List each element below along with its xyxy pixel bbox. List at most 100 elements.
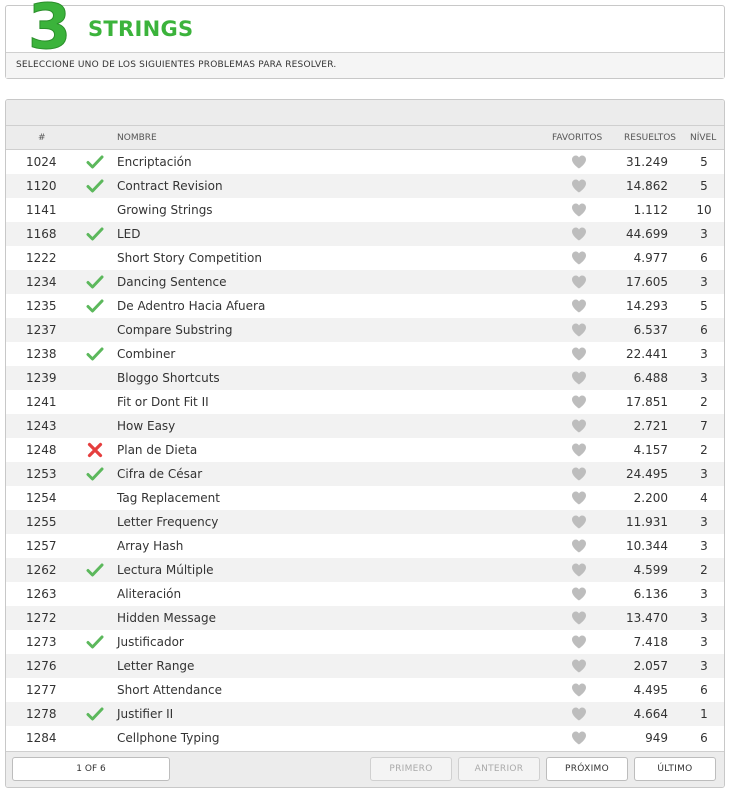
col-favorites-header[interactable]: FAVORITOS (552, 133, 602, 143)
heart-icon[interactable] (571, 298, 587, 314)
table-row[interactable]: 1284 Cellphone Typing 949 6 (6, 726, 724, 750)
problem-name[interactable]: Cellphone Typing (117, 731, 220, 745)
heart-icon[interactable] (571, 706, 587, 722)
heart-icon[interactable] (571, 586, 587, 602)
problem-name[interactable]: Hidden Message (117, 611, 216, 625)
table-row[interactable]: 1222 Short Story Competition 4.977 6 (6, 246, 724, 270)
problem-name[interactable]: Letter Range (117, 659, 194, 673)
table-row[interactable]: 1255 Letter Frequency 11.931 3 (6, 510, 724, 534)
problem-id[interactable]: 1241 (26, 395, 57, 409)
heart-icon[interactable] (571, 442, 587, 458)
problem-id[interactable]: 1238 (26, 347, 57, 361)
problem-id[interactable]: 1024 (26, 155, 57, 169)
problem-name[interactable]: Plan de Dieta (117, 443, 197, 457)
heart-icon[interactable] (571, 514, 587, 530)
problem-id[interactable]: 1235 (26, 299, 57, 313)
table-row[interactable]: 1234 Dancing Sentence 17.605 3 (6, 270, 724, 294)
problem-id[interactable]: 1262 (26, 563, 57, 577)
problem-name[interactable]: LED (117, 227, 141, 241)
problem-name[interactable]: Combiner (117, 347, 175, 361)
col-name-header[interactable]: NOMBRE (117, 133, 157, 143)
problem-id[interactable]: 1277 (26, 683, 57, 697)
table-row[interactable]: 1273 Justificador 7.418 3 (6, 630, 724, 654)
table-row[interactable]: 1253 Cifra de César 24.495 3 (6, 462, 724, 486)
table-row[interactable]: 1141 Growing Strings 1.112 10 (6, 198, 724, 222)
table-row[interactable]: 1024 Encriptación 31.249 5 (6, 150, 724, 174)
heart-icon[interactable] (571, 178, 587, 194)
problem-id[interactable]: 1243 (26, 419, 57, 433)
table-row[interactable]: 1235 De Adentro Hacia Afuera 14.293 5 (6, 294, 724, 318)
problem-name[interactable]: Lectura Múltiple (117, 563, 214, 577)
problem-name[interactable]: Justifier II (117, 707, 173, 721)
heart-icon[interactable] (571, 682, 587, 698)
problem-name[interactable]: Short Story Competition (117, 251, 262, 265)
problem-id[interactable]: 1272 (26, 611, 57, 625)
table-row[interactable]: 1241 Fit or Dont Fit II 17.851 2 (6, 390, 724, 414)
problem-name[interactable]: Fit or Dont Fit II (117, 395, 209, 409)
col-solved-header[interactable]: RESUELTOS (624, 133, 676, 143)
problem-name[interactable]: Bloggo Shortcuts (117, 371, 220, 385)
heart-icon[interactable] (571, 154, 587, 170)
heart-icon[interactable] (571, 634, 587, 650)
heart-icon[interactable] (571, 562, 587, 578)
problem-name[interactable]: De Adentro Hacia Afuera (117, 299, 265, 313)
previous-page-button[interactable]: ANTERIOR (458, 757, 540, 781)
heart-icon[interactable] (571, 226, 587, 242)
table-row[interactable]: 1278 Justifier II 4.664 1 (6, 702, 724, 726)
problem-id[interactable]: 1273 (26, 635, 57, 649)
heart-icon[interactable] (571, 730, 587, 746)
problem-name[interactable]: Justificador (117, 635, 184, 649)
problem-id[interactable]: 1234 (26, 275, 57, 289)
col-id-header[interactable]: # (38, 133, 46, 143)
heart-icon[interactable] (571, 202, 587, 218)
table-row[interactable]: 1239 Bloggo Shortcuts 6.488 3 (6, 366, 724, 390)
problem-name[interactable]: Short Attendance (117, 683, 222, 697)
table-row[interactable]: 1257 Array Hash 10.344 3 (6, 534, 724, 558)
problem-id[interactable]: 1276 (26, 659, 57, 673)
problem-id[interactable]: 1284 (26, 731, 57, 745)
table-row[interactable]: 1238 Combiner 22.441 3 (6, 342, 724, 366)
problem-id[interactable]: 1253 (26, 467, 57, 481)
problem-id[interactable]: 1168 (26, 227, 57, 241)
heart-icon[interactable] (571, 394, 587, 410)
heart-icon[interactable] (571, 538, 587, 554)
heart-icon[interactable] (571, 466, 587, 482)
problem-name[interactable]: Dancing Sentence (117, 275, 226, 289)
problem-name[interactable]: Growing Strings (117, 203, 213, 217)
problem-id[interactable]: 1237 (26, 323, 57, 337)
col-level-header[interactable]: NÍVEL (690, 133, 716, 143)
problem-id[interactable]: 1120 (26, 179, 57, 193)
problem-id[interactable]: 1222 (26, 251, 57, 265)
table-row[interactable]: 1243 How Easy 2.721 7 (6, 414, 724, 438)
problem-name[interactable]: Contract Revision (117, 179, 223, 193)
problem-id[interactable]: 1255 (26, 515, 57, 529)
table-row[interactable]: 1254 Tag Replacement 2.200 4 (6, 486, 724, 510)
heart-icon[interactable] (571, 658, 587, 674)
heart-icon[interactable] (571, 418, 587, 434)
problem-name[interactable]: How Easy (117, 419, 175, 433)
table-row[interactable]: 1276 Letter Range 2.057 3 (6, 654, 724, 678)
table-row[interactable]: 1262 Lectura Múltiple 4.599 2 (6, 558, 724, 582)
problem-name[interactable]: Array Hash (117, 539, 183, 553)
first-page-button[interactable]: PRIMERO (370, 757, 452, 781)
table-row[interactable]: 1277 Short Attendance 4.495 6 (6, 678, 724, 702)
table-row[interactable]: 1263 Aliteración 6.136 3 (6, 582, 724, 606)
problem-name[interactable]: Encriptación (117, 155, 192, 169)
problem-id[interactable]: 1257 (26, 539, 57, 553)
problem-name[interactable]: Compare Substring (117, 323, 233, 337)
problem-id[interactable]: 1254 (26, 491, 57, 505)
problem-id[interactable]: 1239 (26, 371, 57, 385)
heart-icon[interactable] (571, 610, 587, 626)
next-page-button[interactable]: PRÓXIMO (546, 757, 628, 781)
heart-icon[interactable] (571, 346, 587, 362)
problem-id[interactable]: 1141 (26, 203, 57, 217)
problem-name[interactable]: Aliteración (117, 587, 181, 601)
problem-id[interactable]: 1263 (26, 587, 57, 601)
heart-icon[interactable] (571, 274, 587, 290)
problem-id[interactable]: 1278 (26, 707, 57, 721)
heart-icon[interactable] (571, 322, 587, 338)
heart-icon[interactable] (571, 370, 587, 386)
table-row[interactable]: 1237 Compare Substring 6.537 6 (6, 318, 724, 342)
problem-name[interactable]: Cifra de César (117, 467, 202, 481)
table-row[interactable]: 1168 LED 44.699 3 (6, 222, 724, 246)
